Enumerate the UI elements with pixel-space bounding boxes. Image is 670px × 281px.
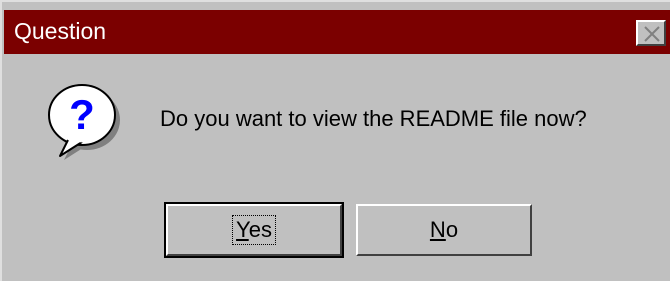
title-bar[interactable]: Question (4, 10, 670, 54)
yes-label-rest: es (248, 217, 272, 242)
close-button[interactable] (636, 20, 666, 46)
no-button-label: No (430, 217, 458, 243)
no-button[interactable]: No (356, 204, 532, 256)
close-icon (644, 26, 660, 42)
yes-mnemonic: Y (236, 217, 249, 242)
yes-button[interactable]: Yes (164, 202, 344, 258)
question-dialog: Question ? Do you want to view the READM… (0, 0, 670, 281)
no-mnemonic: N (429, 217, 446, 242)
window-title: Question (14, 18, 107, 44)
no-label-rest: o (445, 217, 459, 242)
yes-button-label: Yes (232, 215, 276, 245)
message-text: Do you want to view the README file now? (160, 106, 587, 131)
question-icon: ? (42, 80, 124, 162)
svg-text:?: ? (69, 91, 95, 138)
